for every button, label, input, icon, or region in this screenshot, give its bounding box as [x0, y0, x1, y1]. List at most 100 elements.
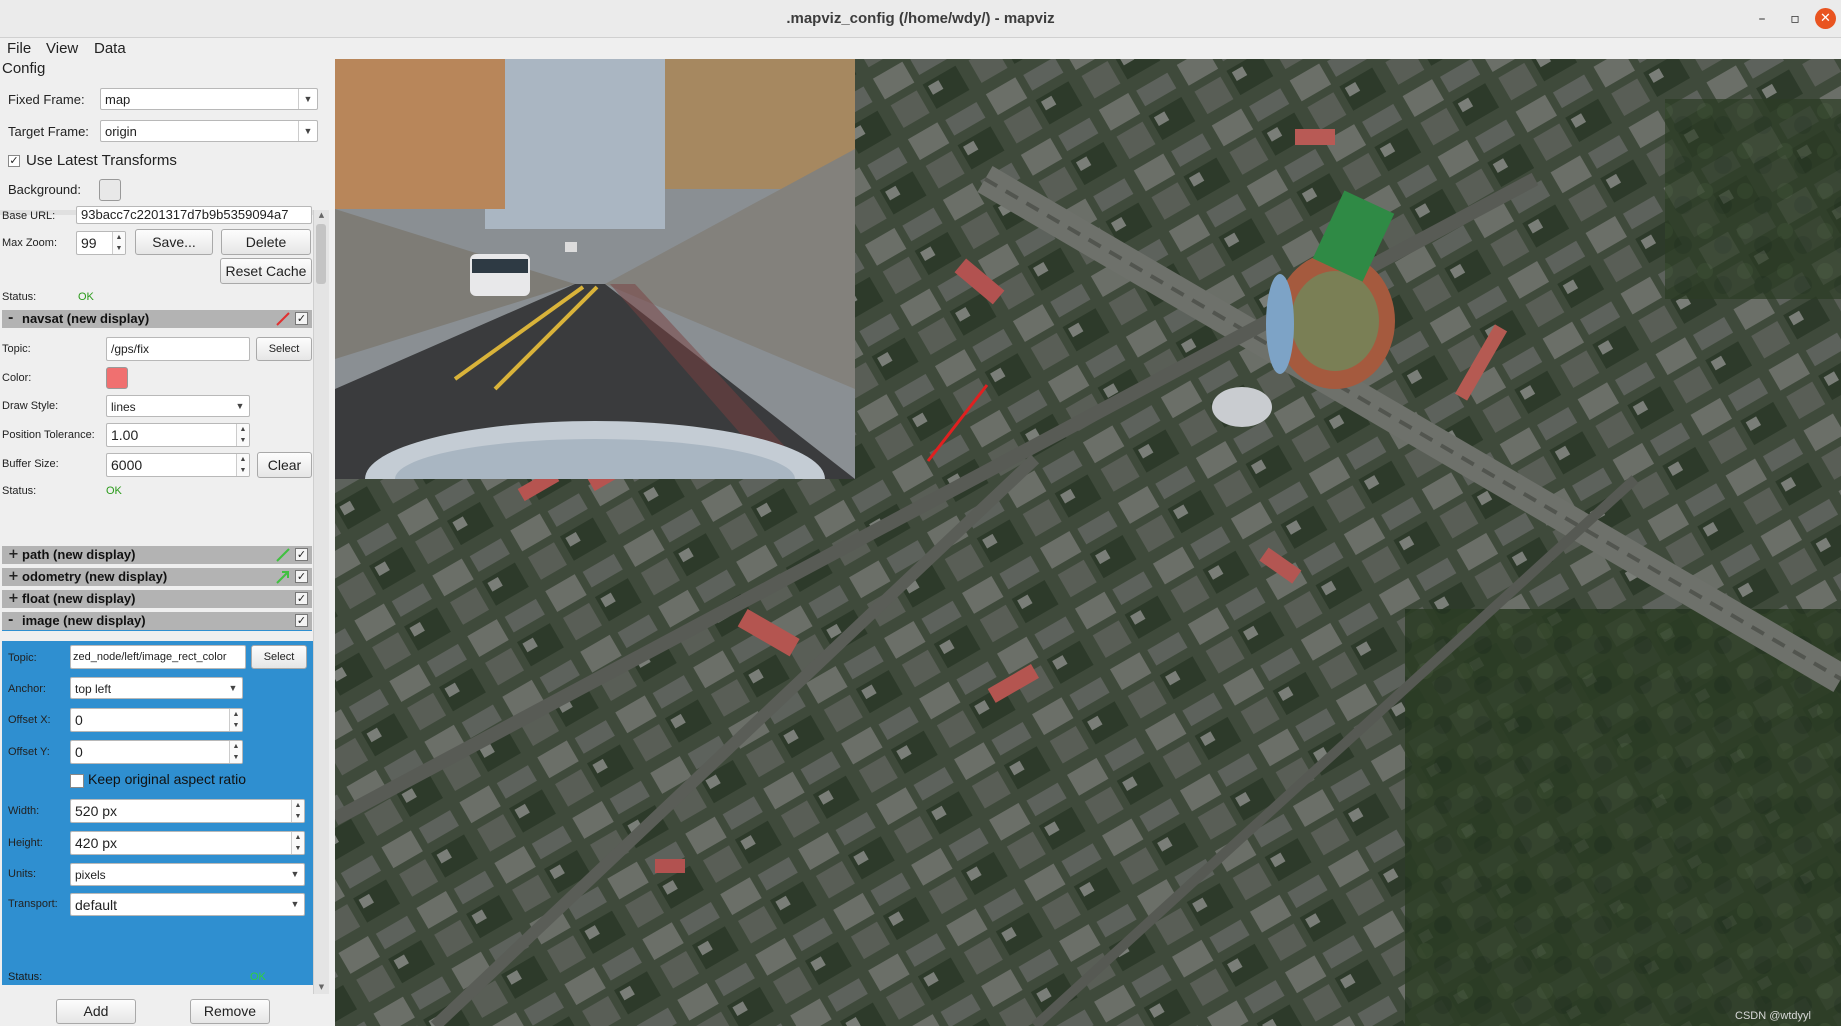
scroll-down-icon[interactable]: ▼	[314, 982, 329, 992]
max-zoom-spinbox[interactable]: 99 ▲ ▼	[76, 231, 126, 255]
draw-style-combo[interactable]: lines ▼	[106, 395, 250, 417]
chevron-down-icon: ▼	[298, 121, 317, 141]
max-zoom-value: 99	[81, 235, 97, 251]
fixed-frame-value: map	[105, 92, 131, 107]
save-button[interactable]: Save...	[135, 229, 213, 255]
reset-cache-button[interactable]: Reset Cache	[220, 258, 312, 284]
use-latest-transforms-checkbox[interactable]: ✓	[8, 155, 20, 167]
window-title: .mapviz_config (/home/wdy/) - mapviz	[786, 10, 1055, 27]
spin-arrows-icon[interactable]: ▲ ▼	[229, 709, 242, 731]
pen-icon[interactable]	[276, 312, 290, 326]
offset-y-label: Offset Y:	[8, 746, 50, 758]
navsat-color-swatch[interactable]	[106, 367, 128, 389]
image-visible-checkbox[interactable]: ✓	[295, 614, 308, 627]
menu-bar: File View Data	[0, 38, 335, 60]
remove-button[interactable]: Remove	[190, 999, 270, 1024]
max-zoom-label: Max Zoom:	[2, 237, 58, 249]
units-combo[interactable]: pixels ▼	[70, 863, 305, 886]
width-value: 520 px	[75, 803, 118, 819]
arrow-icon[interactable]	[276, 570, 290, 584]
position-tolerance-spinbox[interactable]: 1.00 ▲ ▼	[106, 423, 250, 447]
buffer-size-spinbox[interactable]: 6000 ▲ ▼	[106, 453, 250, 477]
width-label: Width:	[8, 805, 40, 817]
watermark: CSDN @wtdyyl	[1735, 1010, 1811, 1022]
navsat-status-value: OK	[106, 485, 122, 497]
anchor-value: top left	[75, 682, 112, 696]
menu-file[interactable]: File	[7, 40, 31, 57]
float-visible-checkbox[interactable]: ✓	[295, 592, 308, 605]
navsat-topic-field[interactable]: /gps/fix	[106, 337, 250, 361]
offset-x-label: Offset X:	[8, 714, 51, 726]
navsat-display-title: navsat (new display)	[22, 311, 150, 326]
pen-icon[interactable]	[276, 548, 290, 562]
spin-arrows-icon[interactable]: ▲ ▼	[229, 741, 242, 763]
config-scrollbar[interactable]: ▲ ▼	[313, 210, 329, 994]
base-url-field[interactable]: 93bacc7c2201317d7b9b5359094a7	[76, 206, 312, 224]
collapse-toggle[interactable]: -	[8, 310, 13, 328]
spin-arrows-icon[interactable]: ▲ ▼	[291, 832, 304, 854]
display-title-image: image (new display)	[22, 613, 146, 628]
maximize-button[interactable]: ▫	[1785, 9, 1805, 29]
camera-image-overlay	[335, 59, 855, 479]
menu-view[interactable]: View	[46, 40, 78, 57]
position-tolerance-label: Position Tolerance:	[2, 429, 95, 441]
display-header-image[interactable]: - image (new display) ✓	[2, 612, 312, 631]
height-spinbox[interactable]: 420 px ▲ ▼	[70, 831, 305, 855]
odometry-visible-checkbox[interactable]: ✓	[295, 570, 308, 583]
delete-button[interactable]: Delete	[221, 229, 311, 255]
window-titlebar: .mapviz_config (/home/wdy/) - mapviz – ▫…	[0, 0, 1841, 38]
close-button[interactable]: ✕	[1815, 8, 1836, 29]
navsat-visible-checkbox[interactable]: ✓	[295, 312, 308, 325]
background-color-button[interactable]	[99, 179, 121, 201]
image-display-panel: Topic: zed_node/left/image_rect_color Se…	[2, 641, 313, 985]
units-value: pixels	[75, 868, 106, 882]
display-title-odometry: odometry (new display)	[22, 569, 168, 584]
transport-label: Transport:	[8, 898, 58, 910]
navsat-display-header[interactable]: - navsat (new display) ✓	[2, 310, 312, 328]
chevron-down-icon: ▼	[298, 89, 317, 109]
scroll-thumb[interactable]	[316, 224, 326, 284]
navsat-color-label: Color:	[2, 372, 32, 384]
spin-arrows-icon[interactable]: ▲ ▼	[291, 800, 304, 822]
minimize-button[interactable]: –	[1752, 9, 1772, 29]
display-header-path[interactable]: + path (new display) ✓	[2, 546, 312, 564]
draw-style-label: Draw Style:	[2, 400, 59, 412]
spin-arrows-icon[interactable]: ▲ ▼	[112, 232, 125, 254]
target-frame-value: origin	[105, 124, 137, 139]
display-header-odometry[interactable]: + odometry (new display) ✓	[2, 568, 312, 586]
collapse-toggle[interactable]: -	[8, 612, 13, 630]
width-spinbox[interactable]: 520 px ▲ ▼	[70, 799, 305, 823]
expand-toggle[interactable]: +	[8, 590, 19, 608]
target-frame-combo[interactable]: origin ▼	[100, 120, 318, 142]
navsat-select-button[interactable]: Select	[256, 337, 312, 361]
config-heading: Config	[2, 60, 46, 77]
anchor-combo[interactable]: top left ▼	[70, 677, 243, 699]
expand-toggle[interactable]: +	[8, 568, 19, 586]
image-topic-field[interactable]: zed_node/left/image_rect_color	[70, 645, 246, 669]
tile-status-value: OK	[78, 291, 94, 303]
chevron-down-icon: ▼	[235, 401, 245, 411]
display-header-float[interactable]: + float (new display) ✓	[2, 590, 312, 608]
offset-y-spinbox[interactable]: 0 ▲ ▼	[70, 740, 243, 764]
fixed-frame-combo[interactable]: map ▼	[100, 88, 318, 110]
offset-x-value: 0	[75, 712, 83, 728]
keep-aspect-checkbox[interactable]	[70, 774, 84, 788]
display-title-float: float (new display)	[22, 591, 136, 606]
spin-arrows-icon[interactable]: ▲ ▼	[236, 424, 249, 446]
units-label: Units:	[8, 868, 37, 880]
image-select-button[interactable]: Select	[251, 645, 307, 669]
image-topic-label: Topic:	[8, 652, 37, 664]
offset-x-spinbox[interactable]: 0 ▲ ▼	[70, 708, 243, 732]
menu-data[interactable]: Data	[94, 40, 126, 57]
position-tolerance-value: 1.00	[111, 427, 139, 443]
spin-arrows-icon[interactable]: ▲ ▼	[236, 454, 249, 476]
clear-button[interactable]: Clear	[257, 452, 312, 478]
expand-toggle[interactable]: +	[8, 546, 19, 564]
transport-combo[interactable]: default ▼	[70, 893, 305, 916]
scroll-up-icon[interactable]: ▲	[314, 210, 329, 220]
fixed-frame-label: Fixed Frame:	[8, 92, 85, 107]
path-visible-checkbox[interactable]: ✓	[295, 548, 308, 561]
display-title-path: path (new display)	[22, 547, 136, 562]
add-button[interactable]: Add	[56, 999, 136, 1024]
transport-value: default	[75, 897, 118, 913]
